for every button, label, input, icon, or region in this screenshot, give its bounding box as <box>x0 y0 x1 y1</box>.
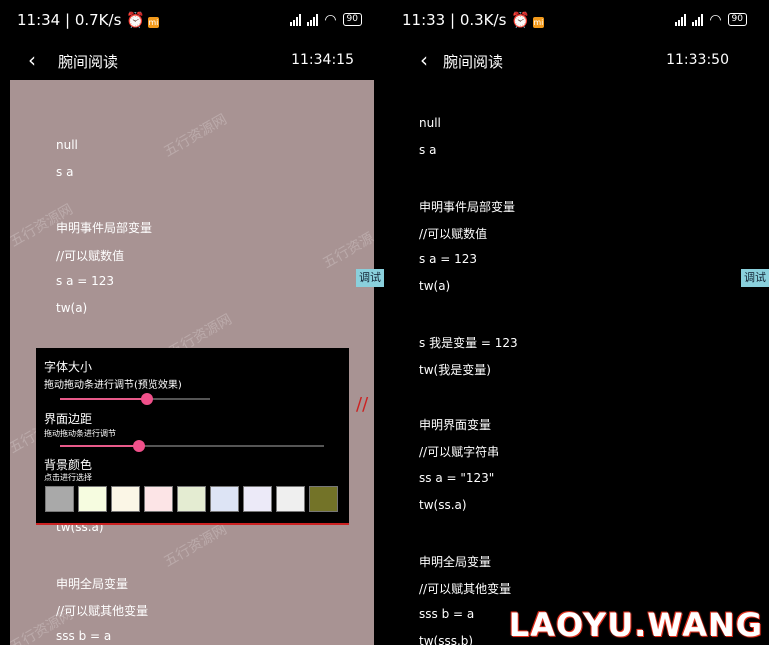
code-line: 申明全局变量 <box>56 577 129 591</box>
code-line: tw(我是变量) <box>419 363 491 377</box>
signal-icon-2 <box>307 13 319 26</box>
header-clock: 11:33:50 <box>666 52 729 68</box>
code-line: s 我是变量 = 123 <box>419 336 518 350</box>
margin-slider[interactable] <box>60 440 324 452</box>
margin-slider-fill <box>60 445 140 447</box>
status-bar: 11:34 | 0.7K/s ⏰ mi ◠ 90 <box>0 0 384 40</box>
red-mark: // <box>356 394 369 415</box>
app-header: ‹ 腕间阅读 11:34:15 <box>0 40 384 82</box>
margin-title: 界面边距 <box>44 412 93 426</box>
color-swatch-7[interactable] <box>243 486 272 512</box>
color-swatch-9[interactable] <box>309 486 338 512</box>
color-swatch-4[interactable] <box>144 486 173 512</box>
code-line: tw(ss.a) <box>419 498 467 512</box>
color-swatches <box>45 486 338 512</box>
code-line: s a <box>56 165 74 179</box>
watermark: 五行资源 <box>320 229 374 272</box>
code-line: 申明全局变量 <box>419 555 492 569</box>
battery-icon: 90 <box>727 13 747 26</box>
font-size-slider-fill <box>60 398 147 400</box>
code-line: ss a = "123" <box>419 471 495 485</box>
header-clock: 11:34:15 <box>291 52 354 68</box>
alarm-icon: ⏰ <box>126 11 145 29</box>
code-line: null <box>56 138 78 152</box>
network-speed: 0.3K/s <box>459 11 507 29</box>
code-line: sss b = a <box>419 607 475 621</box>
alarm-icon: ⏰ <box>511 11 530 29</box>
font-size-title: 字体大小 <box>44 360 93 374</box>
code-line: 申明事件局部变量 <box>56 221 153 235</box>
back-arrow-icon[interactable]: ‹ <box>420 48 428 72</box>
status-icons: ◠ 90 <box>675 11 747 28</box>
bg-color-title: 背景颜色 <box>44 458 93 472</box>
code-line: tw(a) <box>56 301 88 315</box>
status-time: 11:33 <box>402 11 446 29</box>
code-line: //可以赋字符串 <box>419 445 500 459</box>
reader-content: null s a 申明事件局部变量 //可以赋数值 s a = 123 tw(a… <box>385 80 769 645</box>
mi-app-icon: mi <box>532 17 544 28</box>
font-size-slider[interactable] <box>60 393 210 405</box>
bg-color-desc: 点击进行选择 <box>44 473 92 482</box>
code-line: //可以赋数值 <box>419 227 488 241</box>
code-line: s a <box>419 143 437 157</box>
code-line: 申明事件局部变量 <box>419 200 516 214</box>
margin-slider-knob[interactable] <box>133 440 146 452</box>
color-swatch-5[interactable] <box>177 486 206 512</box>
battery-icon: 90 <box>342 13 362 26</box>
page-title: 腕间阅读 <box>443 53 504 71</box>
color-swatch-3[interactable] <box>111 486 140 512</box>
font-size-slider-knob[interactable] <box>141 393 153 405</box>
mi-app-icon: mi <box>147 17 159 28</box>
network-speed: 0.7K/s <box>74 11 122 29</box>
app-header: ‹ 腕间阅读 11:33:50 <box>385 40 769 82</box>
right-phone-screen: 11:33 | 0.3K/s ⏰ mi ◠ 90 ‹ 腕间阅读 11:33:50 … <box>385 0 769 645</box>
brand-watermark: LAOYU.WANG <box>508 606 763 644</box>
code-line: tw(a) <box>419 279 451 293</box>
code-line: //可以赋其他变量 <box>419 582 512 596</box>
status-bar: 11:33 | 0.3K/s ⏰ mi ◠ 90 <box>385 0 769 40</box>
color-swatch-2[interactable] <box>78 486 107 512</box>
status-time: 11:34 <box>17 11 61 29</box>
watermark: 五行资源网 <box>161 521 230 571</box>
font-size-desc: 拖动拖动条进行调节(预览效果) <box>44 380 182 391</box>
code-line: //可以赋数值 <box>56 249 125 263</box>
code-line: s a = 123 <box>419 252 478 266</box>
wifi-icon: ◠ <box>709 11 722 28</box>
signal-icon-2 <box>692 13 704 26</box>
code-line: 申明界面变量 <box>419 418 492 432</box>
wifi-icon: ◠ <box>324 11 337 28</box>
code-line: s a = 123 <box>56 274 115 288</box>
status-icons: ◠ 90 <box>290 11 362 28</box>
page-title: 腕间阅读 <box>58 53 119 71</box>
code-line: sss b = a <box>56 629 112 643</box>
margin-desc: 拖动拖动条进行调节 <box>44 429 116 438</box>
color-swatch-1[interactable] <box>45 486 74 512</box>
reading-settings-panel: 字体大小 拖动拖动条进行调节(预览效果) 界面边距 拖动拖动条进行调节 背景颜色… <box>36 348 349 525</box>
back-arrow-icon[interactable]: ‹ <box>28 48 36 72</box>
status-time-group: 11:34 | 0.7K/s ⏰ mi <box>17 11 159 29</box>
debug-button[interactable]: 调试 <box>356 269 384 287</box>
signal-icon <box>290 13 302 26</box>
left-phone-screen: 11:34 | 0.7K/s ⏰ mi ◠ 90 ‹ 腕间阅读 11:34:15 … <box>0 0 384 645</box>
debug-button[interactable]: 调试 <box>741 269 769 287</box>
code-line: null <box>419 116 441 130</box>
code-line: //可以赋其他变量 <box>56 604 149 618</box>
code-line: tw(sss.b) <box>419 634 474 645</box>
color-swatch-8[interactable] <box>276 486 305 512</box>
status-time-group: 11:33 | 0.3K/s ⏰ mi <box>402 11 544 29</box>
color-swatch-6[interactable] <box>210 486 239 512</box>
watermark: 五行资源网 <box>161 111 230 161</box>
signal-icon <box>675 13 687 26</box>
